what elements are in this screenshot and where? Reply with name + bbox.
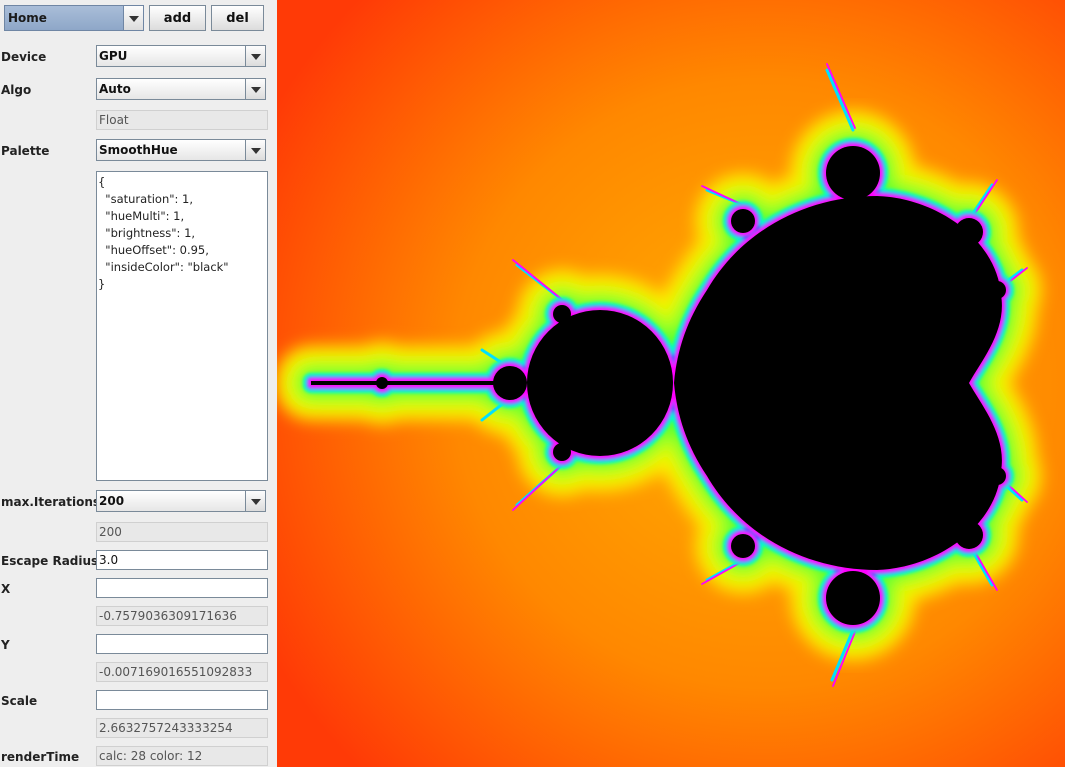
scale-label: Scale <box>1 694 38 708</box>
chevron-down-icon[interactable] <box>245 140 265 160</box>
chevron-down-icon[interactable] <box>245 79 265 99</box>
algo-label: Algo <box>1 83 32 97</box>
render-time-readout: calc: 28 color: 12 <box>96 746 268 766</box>
x-readout: -0.7579036309171636 <box>96 606 268 626</box>
precision-readout: Float <box>96 110 268 130</box>
max-iterations-value: 200 <box>99 494 125 508</box>
max-iterations-select[interactable]: 200 <box>96 490 266 512</box>
max-iterations-readout: 200 <box>96 522 268 542</box>
palette-label: Palette <box>1 144 50 158</box>
scale-readout: 2.6632757243333254 <box>96 718 268 738</box>
x-label: X <box>1 582 11 596</box>
y-label: Y <box>1 638 10 652</box>
mandelbrot-explorer-window: Home add del Device GPU Algo Auto Float … <box>0 0 1065 767</box>
max-iterations-label: max.Iterations <box>1 495 101 509</box>
preset-value: Home <box>8 11 47 25</box>
escape-radius-label: Escape Radius <box>1 554 99 568</box>
device-value: GPU <box>99 49 128 63</box>
preset-select[interactable]: Home <box>4 5 144 31</box>
palette-value: SmoothHue <box>99 143 178 157</box>
chevron-down-icon[interactable] <box>245 46 265 66</box>
algo-select[interactable]: Auto <box>96 78 266 100</box>
fractal-canvas[interactable] <box>277 0 1065 767</box>
device-select[interactable]: GPU <box>96 45 266 67</box>
delete-button[interactable]: del <box>211 5 264 31</box>
algo-value: Auto <box>99 82 131 96</box>
add-button[interactable]: add <box>149 5 206 31</box>
palette-config-editor[interactable]: { "saturation": 1, "hueMulti": 1, "brigh… <box>96 171 268 481</box>
mandelbrot-render <box>277 0 1065 767</box>
y-readout: -0.007169016551092833 <box>96 662 268 682</box>
escape-radius-input[interactable] <box>96 550 268 570</box>
x-input[interactable] <box>96 578 268 598</box>
control-panel: Home add del Device GPU Algo Auto Float … <box>0 0 277 767</box>
chevron-down-icon[interactable] <box>245 491 265 511</box>
device-label: Device <box>1 50 47 64</box>
y-input[interactable] <box>96 634 268 654</box>
palette-select[interactable]: SmoothHue <box>96 139 266 161</box>
render-time-label: renderTime <box>1 750 80 764</box>
scale-input[interactable] <box>96 690 268 710</box>
chevron-down-icon[interactable] <box>123 6 143 30</box>
